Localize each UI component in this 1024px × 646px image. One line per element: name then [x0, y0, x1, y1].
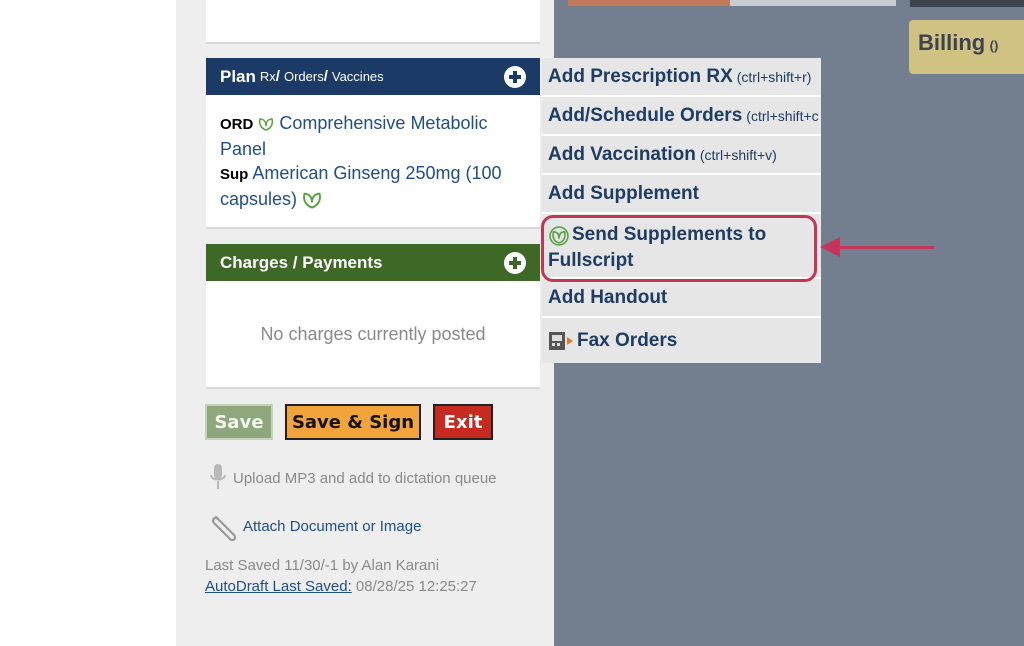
left-margin	[0, 0, 176, 646]
plan-body: ORD Comprehensive Metabolic Panel Sup Am…	[206, 95, 540, 229]
last-saved-info: Last Saved 11/30/-1 by Alan Karani AutoD…	[205, 555, 477, 597]
plan-header: Plan Rx / Orders / Vaccines	[206, 58, 540, 95]
plan-item-sup: Sup American Ginseng 250mg (100 capsules…	[220, 161, 526, 211]
charges-empty-text: No charges currently posted	[260, 324, 486, 344]
menu-item-label: Add/Schedule Orders	[548, 104, 743, 126]
menu-item-label: Add Vaccination	[548, 143, 696, 165]
plan-subtitle-rx: Rx	[259, 69, 276, 84]
upload-mp3-text: Upload MP3 and add to dictation queue	[233, 469, 497, 487]
attach-document-text: Attach Document or Image	[243, 517, 422, 535]
leaf-icon	[259, 118, 274, 132]
plan-item-tag: ORD	[220, 116, 254, 133]
menu-item-label: Add Handout	[548, 286, 668, 308]
plan-item-text[interactable]: American Ginseng 250mg (100 capsules)	[220, 163, 502, 209]
microphone-icon	[210, 464, 226, 489]
billing-tab[interactable]: Billing ()	[909, 20, 1024, 74]
plan-slash: /	[323, 68, 328, 85]
fax-icon	[549, 331, 573, 350]
save-button[interactable]: Save	[205, 404, 273, 440]
plan-title: Plan	[220, 66, 256, 86]
menu-item-shortcut: (ctrl+shift+c	[746, 107, 819, 124]
charges-add-icon[interactable]	[504, 252, 526, 274]
menu-item-label: Fax Orders	[577, 329, 678, 351]
arrow-icon	[820, 237, 840, 257]
plan-subtitle-vaccines: Vaccines	[331, 69, 384, 84]
billing-label: Billing	[918, 30, 986, 55]
plan-subtitle-orders: Orders	[283, 69, 324, 84]
menu-item-label: Add Supplement	[548, 182, 699, 204]
exit-button[interactable]: Exit	[433, 404, 493, 440]
paperclip-icon	[211, 515, 237, 541]
previous-card	[206, 0, 540, 44]
plan-add-icon[interactable]	[504, 66, 526, 88]
autodraft-value: 08/28/25 12:25:27	[355, 578, 477, 595]
plan-item-ord: ORD Comprehensive Metabolic Panel	[220, 111, 526, 161]
billing-count: ()	[989, 38, 999, 53]
autodraft-link[interactable]: AutoDraft Last Saved:	[205, 578, 352, 595]
menu-item-label: Add Prescription RX	[548, 65, 733, 87]
charges-title: Charges / Payments	[220, 252, 383, 272]
save-sign-button[interactable]: Save & Sign	[285, 404, 421, 440]
plan-slash: /	[275, 68, 280, 85]
top-tab-dark[interactable]	[910, 0, 1024, 7]
menu-item-add-handout[interactable]: Add Handout	[542, 279, 821, 318]
menu-item-add-prescription[interactable]: Add Prescription RX (ctrl+shift+r)	[542, 58, 821, 97]
menu-item-fax-orders[interactable]: Fax Orders	[542, 318, 821, 363]
menu-item-shortcut: (ctrl+shift+r)	[736, 68, 812, 85]
leaf-icon	[303, 192, 321, 209]
menu-item-add-vaccination[interactable]: Add Vaccination (ctrl+shift+v)	[542, 136, 821, 175]
last-saved-text: Last Saved 11/30/-1 by Alan Karani	[205, 557, 440, 574]
menu-item-shortcut: (ctrl+shift+v)	[699, 146, 777, 163]
arrow-line	[836, 246, 934, 249]
plan-item-tag: Sup	[220, 166, 249, 183]
top-tab-orange[interactable]	[568, 0, 730, 6]
menu-item-add-supplement[interactable]: Add Supplement	[542, 175, 821, 214]
attach-document-link[interactable]: Attach Document or Image	[205, 511, 421, 541]
charges-header: Charges / Payments	[206, 244, 540, 281]
highlight-box	[541, 215, 817, 282]
menu-item-add-orders[interactable]: Add/Schedule Orders (ctrl+shift+c	[542, 97, 821, 136]
top-tab-grey[interactable]	[730, 0, 896, 6]
charges-body: No charges currently posted	[206, 281, 540, 389]
upload-mp3-link[interactable]: Upload MP3 and add to dictation queue	[205, 463, 497, 493]
autodraft-line: AutoDraft Last Saved: 08/28/25 12:25:27	[205, 576, 477, 597]
plan-add-dropdown-menu: Add Prescription RX (ctrl+shift+r) Add/S…	[542, 58, 821, 363]
